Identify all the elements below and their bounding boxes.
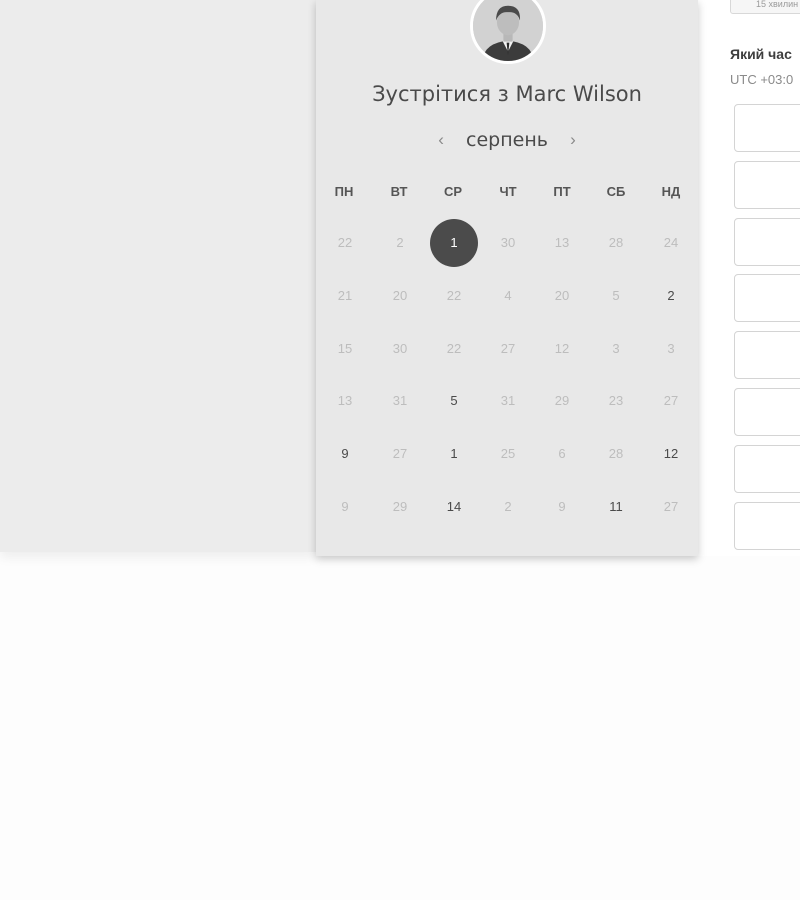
day-cell: 2	[396, 235, 404, 250]
time-slot[interactable]	[734, 501, 800, 550]
day-cell[interactable]: 12	[647, 430, 695, 478]
time-slot[interactable]	[734, 444, 800, 493]
time-panel: 15 хвилин Який час UTC +03:0	[698, 0, 800, 556]
avatar	[470, 0, 546, 64]
day-cell: 13	[554, 235, 570, 250]
day-cell: 6	[558, 446, 566, 461]
day-cell: 25	[500, 446, 516, 461]
day-cell: 27	[663, 499, 679, 514]
weekday-thu: ЧТ	[499, 184, 517, 199]
meeting-title: Зустрітися з Marc Wilson	[372, 82, 642, 106]
time-question: Який час	[730, 46, 792, 62]
page: Зустрітися з Marc Wilson ‹ серпень › ПН …	[0, 0, 800, 900]
day-cell: 31	[500, 393, 516, 408]
day-cell: 5	[612, 288, 620, 303]
day-cell-selected[interactable]: 1	[430, 219, 478, 267]
day-cell: 29	[392, 499, 408, 514]
month-label: серпень	[466, 129, 548, 151]
day-cell: 30	[500, 235, 516, 250]
day-cell: 2	[504, 499, 512, 514]
day-cell: 22	[446, 288, 462, 303]
day-cell[interactable]: 9	[321, 430, 369, 478]
day-cell: 3	[612, 341, 620, 356]
day-cell: 27	[663, 393, 679, 408]
day-cell: 13	[337, 393, 353, 408]
day-cell: 30	[392, 341, 408, 356]
day-cell: 22	[446, 341, 462, 356]
time-slot[interactable]	[734, 104, 800, 152]
day-cell: 31	[392, 393, 408, 408]
duration-button[interactable]: 15 хвилин	[730, 0, 800, 14]
time-slot[interactable]	[734, 274, 800, 323]
day-cell: 24	[663, 235, 679, 250]
timezone-label[interactable]: UTC +03:0	[730, 72, 793, 87]
day-cell: 23	[608, 393, 624, 408]
left-panel	[0, 0, 316, 552]
weekday-fri: ПТ	[553, 184, 571, 199]
weekday-tue: ВТ	[390, 184, 408, 199]
day-cell: 29	[554, 393, 570, 408]
day-cell: 15	[337, 341, 353, 356]
weekday-sun: НД	[661, 184, 681, 199]
weekday-mon: ПН	[334, 184, 354, 199]
day-cell[interactable]: 2	[647, 272, 695, 320]
weekday-header: ПН ВТ СР ЧТ ПТ СБ НД	[316, 184, 698, 202]
day-cell: 28	[608, 446, 624, 461]
month-navigation: ‹ серпень ›	[316, 126, 698, 154]
time-slot[interactable]	[734, 331, 800, 380]
weekday-sat: СБ	[606, 184, 626, 199]
calendar-card: Зустрітися з Marc Wilson ‹ серпень › ПН …	[316, 0, 698, 556]
day-cell: 27	[392, 446, 408, 461]
avatar-image	[473, 0, 543, 61]
day-cell[interactable]: 5	[430, 377, 478, 425]
day-cell: 9	[558, 499, 566, 514]
day-cell[interactable]: 1	[430, 430, 478, 478]
day-cell: 22	[337, 235, 353, 250]
day-cell: 4	[504, 288, 512, 303]
day-cell[interactable]: 11	[592, 483, 640, 531]
weekday-wed: СР	[443, 184, 463, 199]
day-cell: 3	[667, 341, 675, 356]
day-cell: 12	[554, 341, 570, 356]
day-cell[interactable]: 14	[430, 483, 478, 531]
time-slot[interactable]	[734, 217, 800, 266]
day-cell: 21	[337, 288, 353, 303]
day-cell: 20	[392, 288, 408, 303]
day-cell: 27	[500, 341, 516, 356]
day-grid: 22 2 1 30 13 28 24 21 20 22 4 20 5 2 15 30 22 27 12 3 3 13 31 5…	[316, 216, 698, 536]
time-slot[interactable]	[734, 388, 800, 436]
day-cell: 28	[608, 235, 624, 250]
day-cell: 20	[554, 288, 570, 303]
time-slot[interactable]	[734, 160, 800, 209]
chevron-left-icon[interactable]: ‹	[430, 130, 452, 150]
day-cell: 9	[341, 499, 349, 514]
chevron-right-icon[interactable]: ›	[562, 130, 584, 150]
